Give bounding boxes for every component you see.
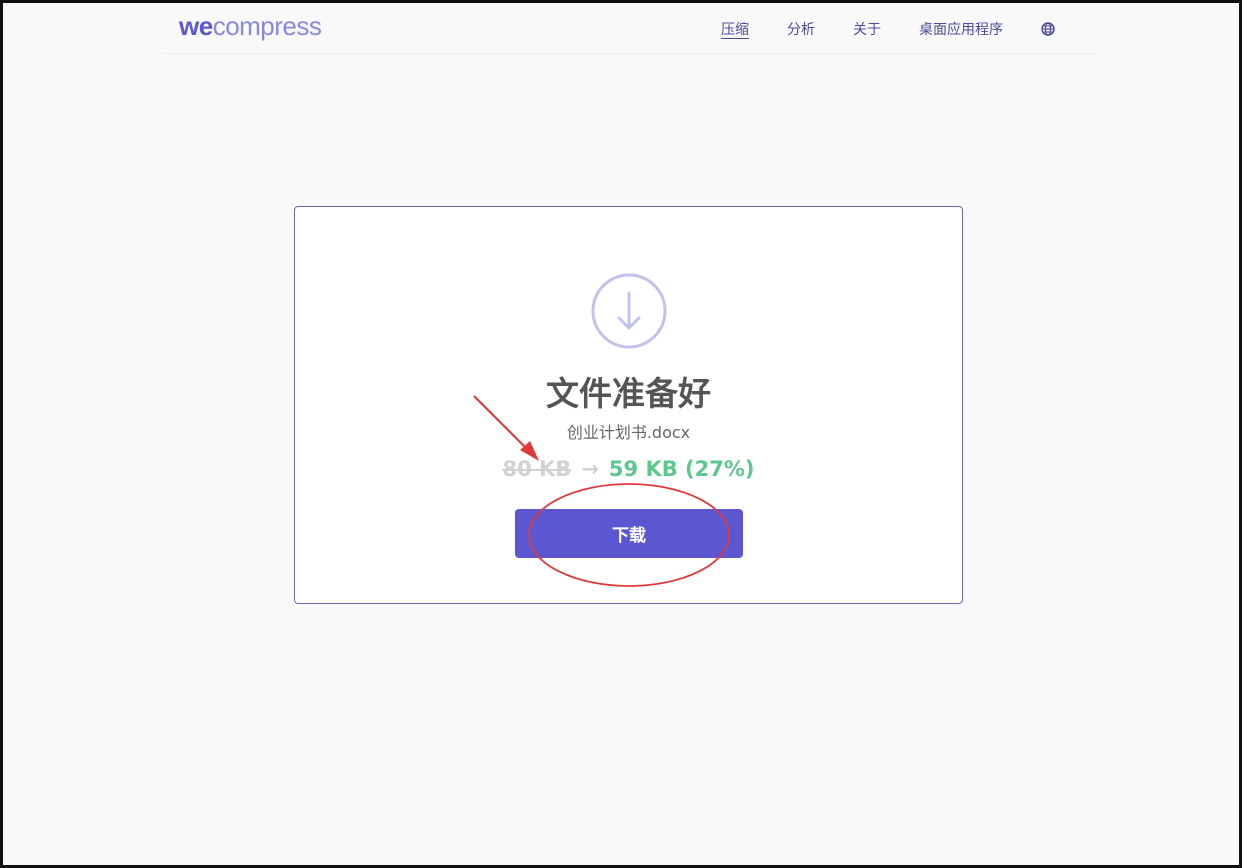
main-nav: 压缩 分析 关于 桌面应用程序 — [683, 19, 1055, 39]
result-card: 文件准备好 创业计划书.docx 80 KB → 59 KB (27%) 下载 — [294, 206, 963, 604]
download-circle-icon — [591, 273, 667, 349]
original-size: 80 KB — [502, 457, 572, 481]
browser-viewport: wecompress 压缩 分析 关于 桌面应用程序 文件准备好 创业计划书.d… — [0, 0, 1242, 868]
nav-desktop-app[interactable]: 桌面应用程序 — [919, 19, 1003, 39]
globe-icon[interactable] — [1041, 22, 1055, 36]
result-title: 文件准备好 — [546, 374, 711, 413]
site-header: wecompress 压缩 分析 关于 桌面应用程序 — [163, 3, 1095, 54]
nav-analyze[interactable]: 分析 — [787, 19, 815, 39]
size-comparison: 80 KB → 59 KB (27%) — [295, 457, 962, 481]
compressed-size: 59 KB (27%) — [608, 457, 755, 481]
logo[interactable]: wecompress — [179, 11, 322, 42]
nav-about[interactable]: 关于 — [853, 19, 881, 39]
nav-compress[interactable]: 压缩 — [721, 19, 749, 39]
file-name: 创业计划书.docx — [566, 423, 691, 442]
download-button[interactable]: 下载 — [515, 509, 743, 558]
arrow-right-icon: → — [581, 457, 599, 481]
